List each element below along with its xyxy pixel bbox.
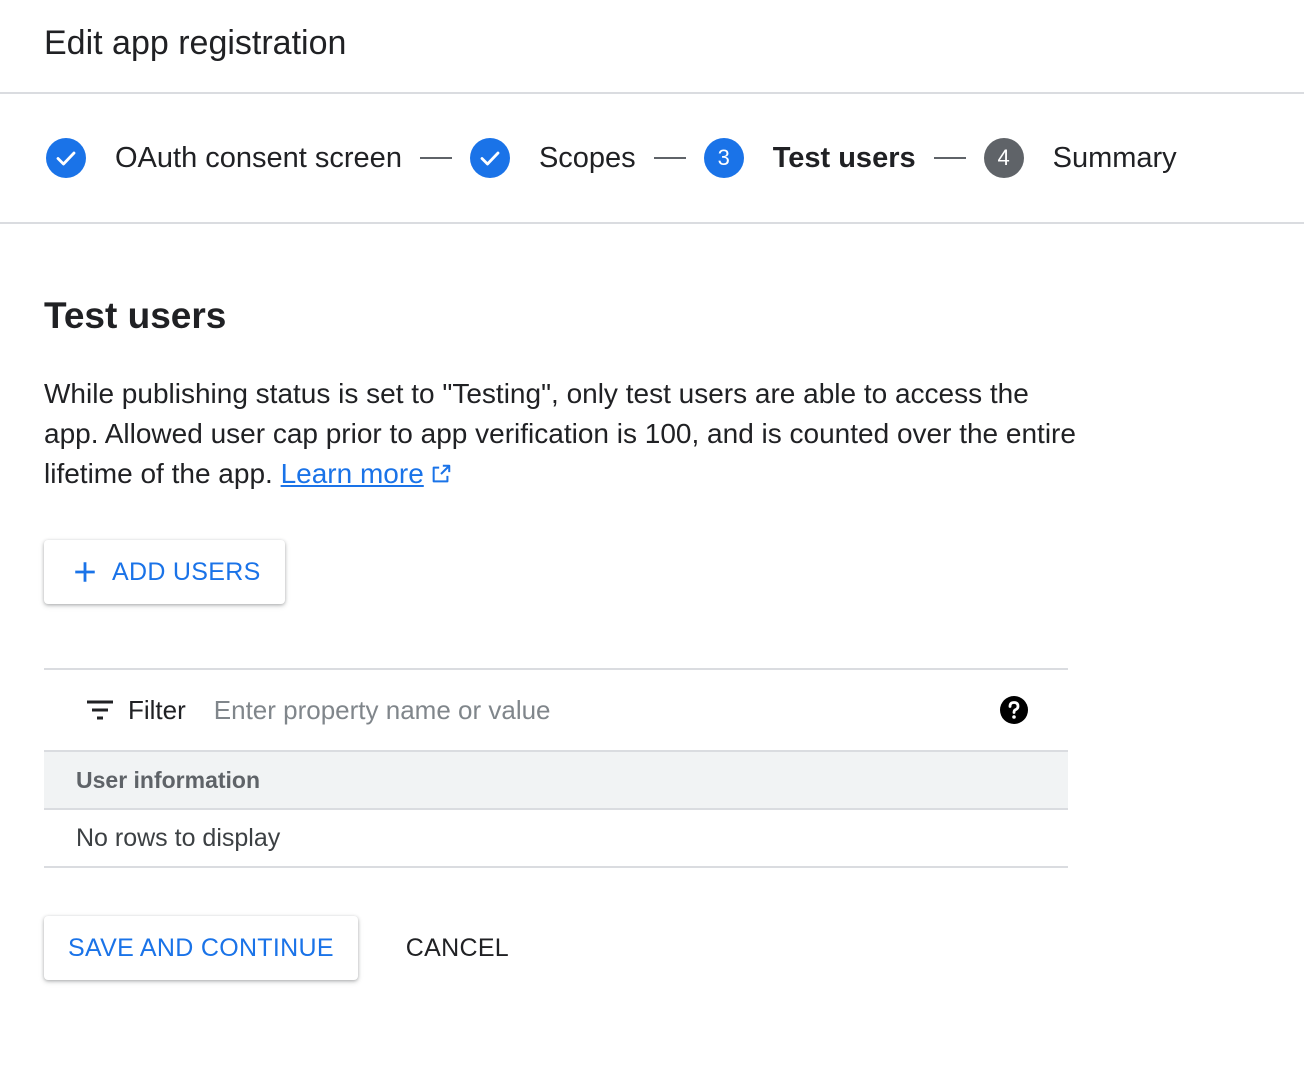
add-users-label: ADD USERS [112, 557, 261, 586]
main-content: Test users While publishing status is se… [0, 294, 1084, 980]
step-number: 4 [983, 138, 1024, 178]
external-link-icon [430, 456, 452, 496]
page-title: Edit app registration [44, 24, 347, 62]
section-description: While publishing status is set to "Testi… [44, 374, 1084, 496]
cancel-button[interactable]: CANCEL [406, 934, 509, 963]
learn-more-link[interactable]: Learn more [281, 458, 424, 489]
step-connector [419, 157, 452, 159]
empty-state: No rows to display [44, 810, 1068, 868]
form-actions: SAVE AND CONTINUE CANCEL [44, 916, 1084, 980]
save-and-continue-button[interactable]: SAVE AND CONTINUE [44, 916, 358, 980]
test-users-table: Filter User information No rows to displ… [44, 668, 1068, 868]
step-label: Test users [772, 141, 916, 174]
check-icon [469, 138, 510, 178]
plus-icon [72, 559, 98, 585]
step-label: Summary [1052, 141, 1177, 174]
filter-label: Filter [128, 694, 186, 725]
step-label: OAuth consent screen [115, 141, 402, 174]
filter-input[interactable] [211, 693, 976, 727]
step-connector [653, 157, 686, 159]
step-summary[interactable]: 4 Summary [983, 138, 1177, 178]
help-icon[interactable] [1000, 696, 1028, 724]
filter-icon [86, 699, 114, 721]
step-scopes[interactable]: Scopes [469, 138, 636, 178]
step-number: 3 [703, 138, 744, 178]
page-header: Edit app registration [0, 0, 1304, 94]
column-header-user-information[interactable]: User information [44, 752, 1068, 810]
step-connector [933, 157, 966, 159]
step-oauth-consent-screen[interactable]: OAuth consent screen [46, 138, 402, 178]
step-label: Scopes [538, 141, 636, 174]
section-title: Test users [44, 295, 227, 336]
stepper: OAuth consent screen Scopes 3 Test users… [0, 94, 1304, 224]
add-users-button[interactable]: ADD USERS [44, 540, 285, 604]
description-text: While publishing status is set to "Testi… [44, 378, 1076, 489]
step-test-users[interactable]: 3 Test users [703, 138, 916, 178]
check-icon [46, 138, 86, 178]
filter-bar: Filter [44, 670, 1068, 752]
